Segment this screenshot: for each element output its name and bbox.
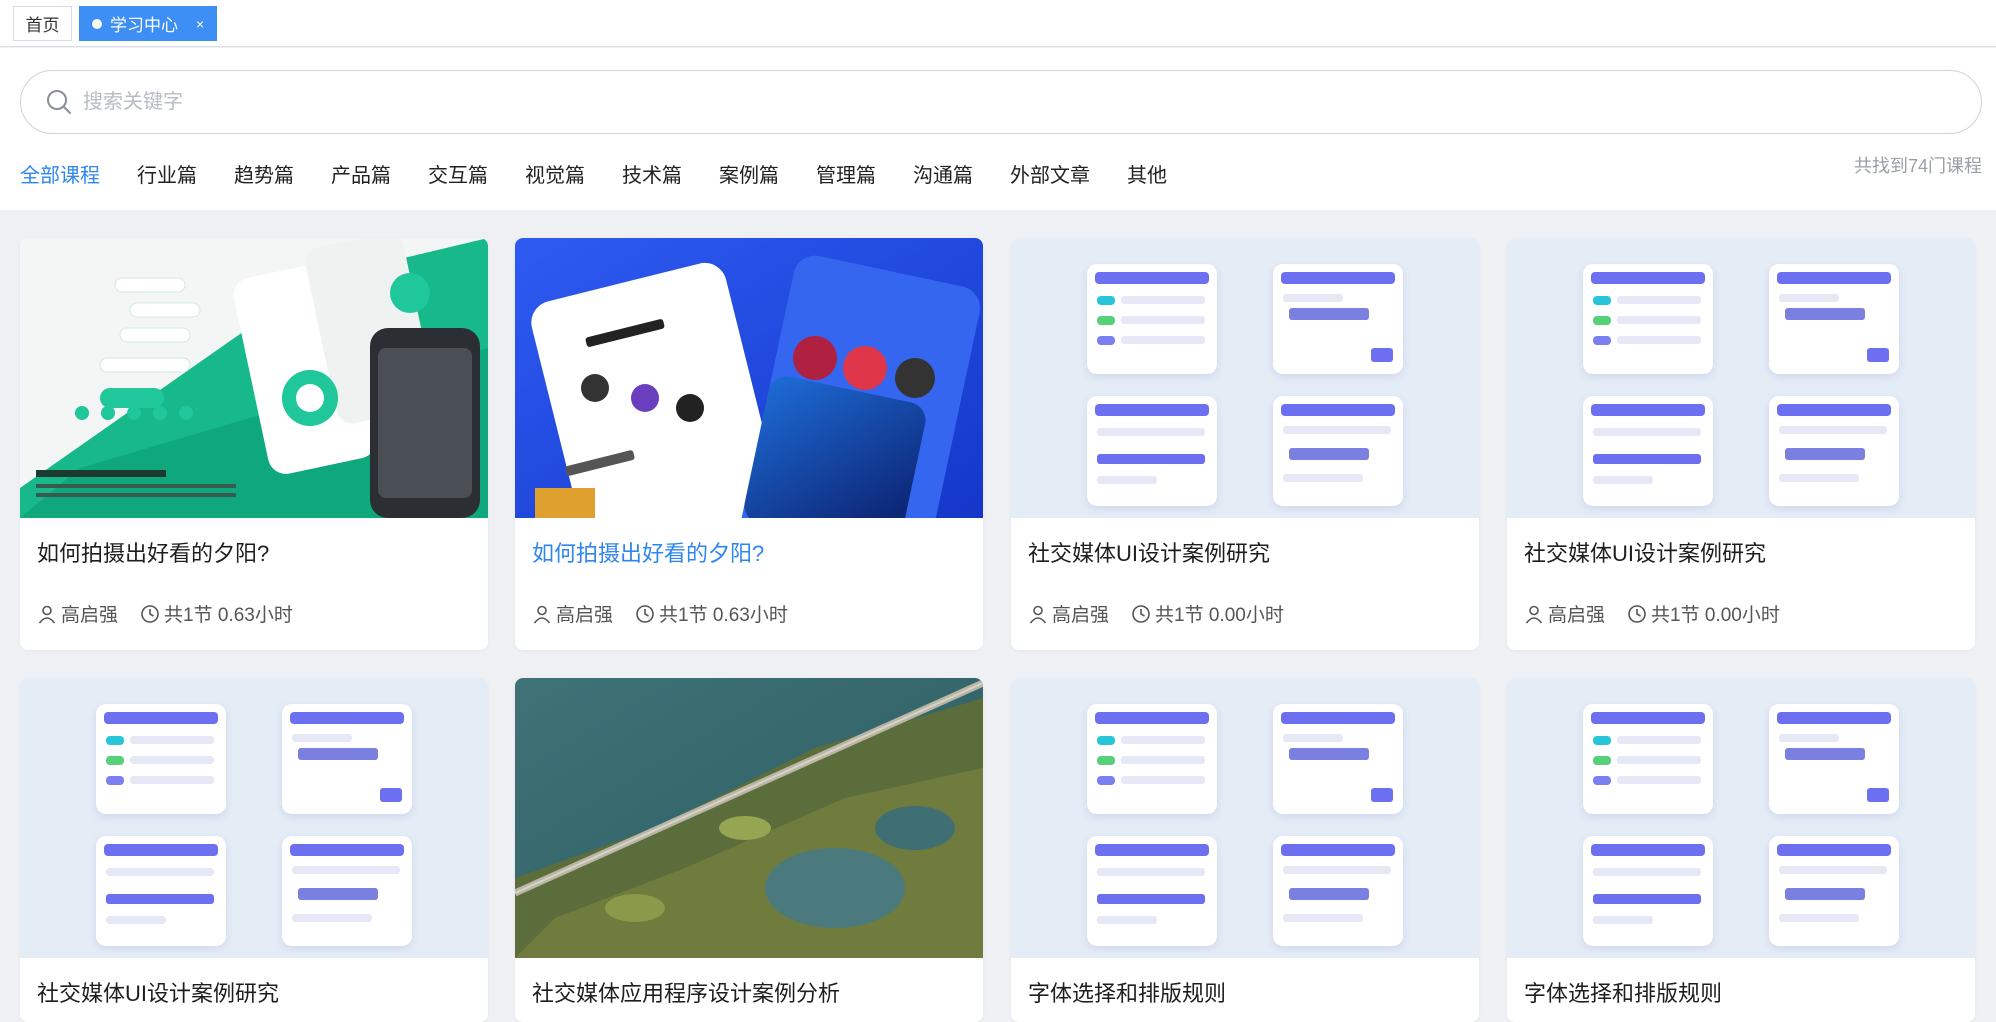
phone-mockup <box>1087 396 1217 506</box>
category-case[interactable]: 案例篇 <box>719 159 779 188</box>
clock-icon <box>636 604 654 623</box>
phone-mockup <box>1769 264 1899 374</box>
phone-mockup <box>1583 264 1713 374</box>
phone-mockup <box>282 704 412 814</box>
clock-icon <box>1628 604 1646 623</box>
user-icon <box>533 605 551 624</box>
course-author: 高启强 <box>556 605 614 626</box>
course-info: 共1节 0.63小时 <box>659 605 788 626</box>
course-title[interactable]: 社交媒体UI设计案例研究 <box>1028 536 1270 568</box>
course-info: 共1节 0.63小时 <box>164 605 293 626</box>
phone-mockup <box>1087 836 1217 946</box>
category-trend[interactable]: 趋势篇 <box>234 159 294 188</box>
course-thumbnail <box>20 238 488 518</box>
category-other[interactable]: 其他 <box>1127 159 1167 188</box>
user-icon <box>38 605 56 624</box>
course-card[interactable]: 社交媒体UI设计案例研究 高启强 共1节 0.00小时 <box>1011 238 1479 650</box>
search-panel: 全部课程 行业篇 趋势篇 产品篇 交互篇 视觉篇 技术篇 案例篇 管理篇 沟通篇… <box>0 48 1996 210</box>
course-title[interactable]: 社交媒体应用程序设计案例分析 <box>532 976 840 1008</box>
close-icon[interactable]: × <box>196 16 204 32</box>
tab-bar: 首页 学习中心 × <box>0 0 1996 47</box>
category-tech[interactable]: 技术篇 <box>622 159 682 188</box>
search-box[interactable] <box>20 70 1982 134</box>
course-thumbnail <box>1011 238 1479 518</box>
course-title[interactable]: 如何拍摄出好看的夕阳? <box>37 536 269 568</box>
category-visual[interactable]: 视觉篇 <box>525 159 585 188</box>
user-icon <box>1029 605 1047 624</box>
phone-mockup <box>1769 704 1899 814</box>
phone-mockup <box>1769 836 1899 946</box>
clock-icon <box>141 604 159 623</box>
course-card[interactable]: 字体选择和排版规则 <box>1507 678 1975 1022</box>
course-title[interactable]: 社交媒体UI设计案例研究 <box>37 976 279 1008</box>
phone-mockup <box>1273 264 1403 374</box>
course-author: 高启强 <box>61 605 119 626</box>
course-card[interactable]: 字体选择和排版规则 <box>1011 678 1479 1022</box>
category-management[interactable]: 管理篇 <box>816 159 876 188</box>
phone-mockup <box>1769 396 1899 506</box>
course-author: 高启强 <box>1052 605 1110 626</box>
phone-mockup <box>1583 704 1713 814</box>
phone-mockup <box>1273 836 1403 946</box>
course-thumbnail <box>20 678 488 958</box>
phone-mockup <box>1583 836 1713 946</box>
category-communication[interactable]: 沟通篇 <box>913 159 973 188</box>
search-input[interactable] <box>83 83 1943 121</box>
course-thumbnail <box>1011 678 1479 958</box>
course-thumbnail <box>1507 238 1975 518</box>
category-all[interactable]: 全部课程 <box>20 159 100 188</box>
course-meta: 高启强 共1节 0.00小时 <box>1524 600 1780 627</box>
tab-learning-center-label: 学习中心 <box>110 16 178 35</box>
course-card[interactable]: 社交媒体UI设计案例研究 <box>20 678 488 1022</box>
course-title[interactable]: 字体选择和排版规则 <box>1524 976 1722 1008</box>
active-dot-icon <box>92 18 102 29</box>
phone-mockup <box>96 836 226 946</box>
course-thumbnail <box>1507 678 1975 958</box>
category-product[interactable]: 产品篇 <box>331 159 391 188</box>
category-external[interactable]: 外部文章 <box>1010 159 1090 188</box>
course-info: 共1节 0.00小时 <box>1651 605 1780 626</box>
course-info: 共1节 0.00小时 <box>1155 605 1284 626</box>
user-icon <box>1525 605 1543 624</box>
course-title[interactable]: 字体选择和排版规则 <box>1028 976 1226 1008</box>
course-card[interactable]: 社交媒体UI设计案例研究 高启强 共1节 0.00小时 <box>1507 238 1975 650</box>
course-thumbnail <box>515 678 983 958</box>
tab-home[interactable]: 首页 <box>13 6 72 41</box>
blue-shop-app-mockup-image <box>515 238 983 518</box>
course-author: 高启强 <box>1548 605 1606 626</box>
course-thumbnail <box>515 238 983 518</box>
course-title[interactable]: 如何拍摄出好看的夕阳? <box>532 536 764 568</box>
course-meta: 高启强 共1节 0.00小时 <box>1028 600 1284 627</box>
course-card[interactable]: 社交媒体应用程序设计案例分析 <box>515 678 983 1022</box>
category-industry[interactable]: 行业篇 <box>137 159 197 188</box>
green-app-mockup-image <box>20 238 488 518</box>
course-meta: 高启强 共1节 0.63小时 <box>532 600 788 627</box>
clock-icon <box>1132 604 1150 623</box>
phone-mockup <box>1583 396 1713 506</box>
phone-mockup <box>96 704 226 814</box>
tab-learning-center[interactable]: 学习中心 × <box>79 6 217 41</box>
search-icon <box>47 90 71 114</box>
result-count: 共找到74门课程 <box>1853 156 1982 176</box>
course-card[interactable]: 如何拍摄出好看的夕阳? 高启强 共1节 0.63小时 <box>515 238 983 650</box>
course-meta: 高启强 共1节 0.63小时 <box>37 600 293 627</box>
aerial-road-photo-image <box>515 678 983 958</box>
category-interaction[interactable]: 交互篇 <box>428 159 488 188</box>
course-title[interactable]: 社交媒体UI设计案例研究 <box>1524 536 1766 568</box>
phone-mockup <box>1273 704 1403 814</box>
phone-mockup <box>1087 264 1217 374</box>
phone-mockup <box>1087 704 1217 814</box>
phone-mockup <box>1273 396 1403 506</box>
phone-mockup <box>282 836 412 946</box>
course-card[interactable]: 如何拍摄出好看的夕阳? 高启强 共1节 0.63小时 <box>20 238 488 650</box>
tab-home-label: 首页 <box>25 16 60 35</box>
category-nav: 全部课程 行业篇 趋势篇 产品篇 交互篇 视觉篇 技术篇 案例篇 管理篇 沟通篇… <box>20 159 1204 188</box>
